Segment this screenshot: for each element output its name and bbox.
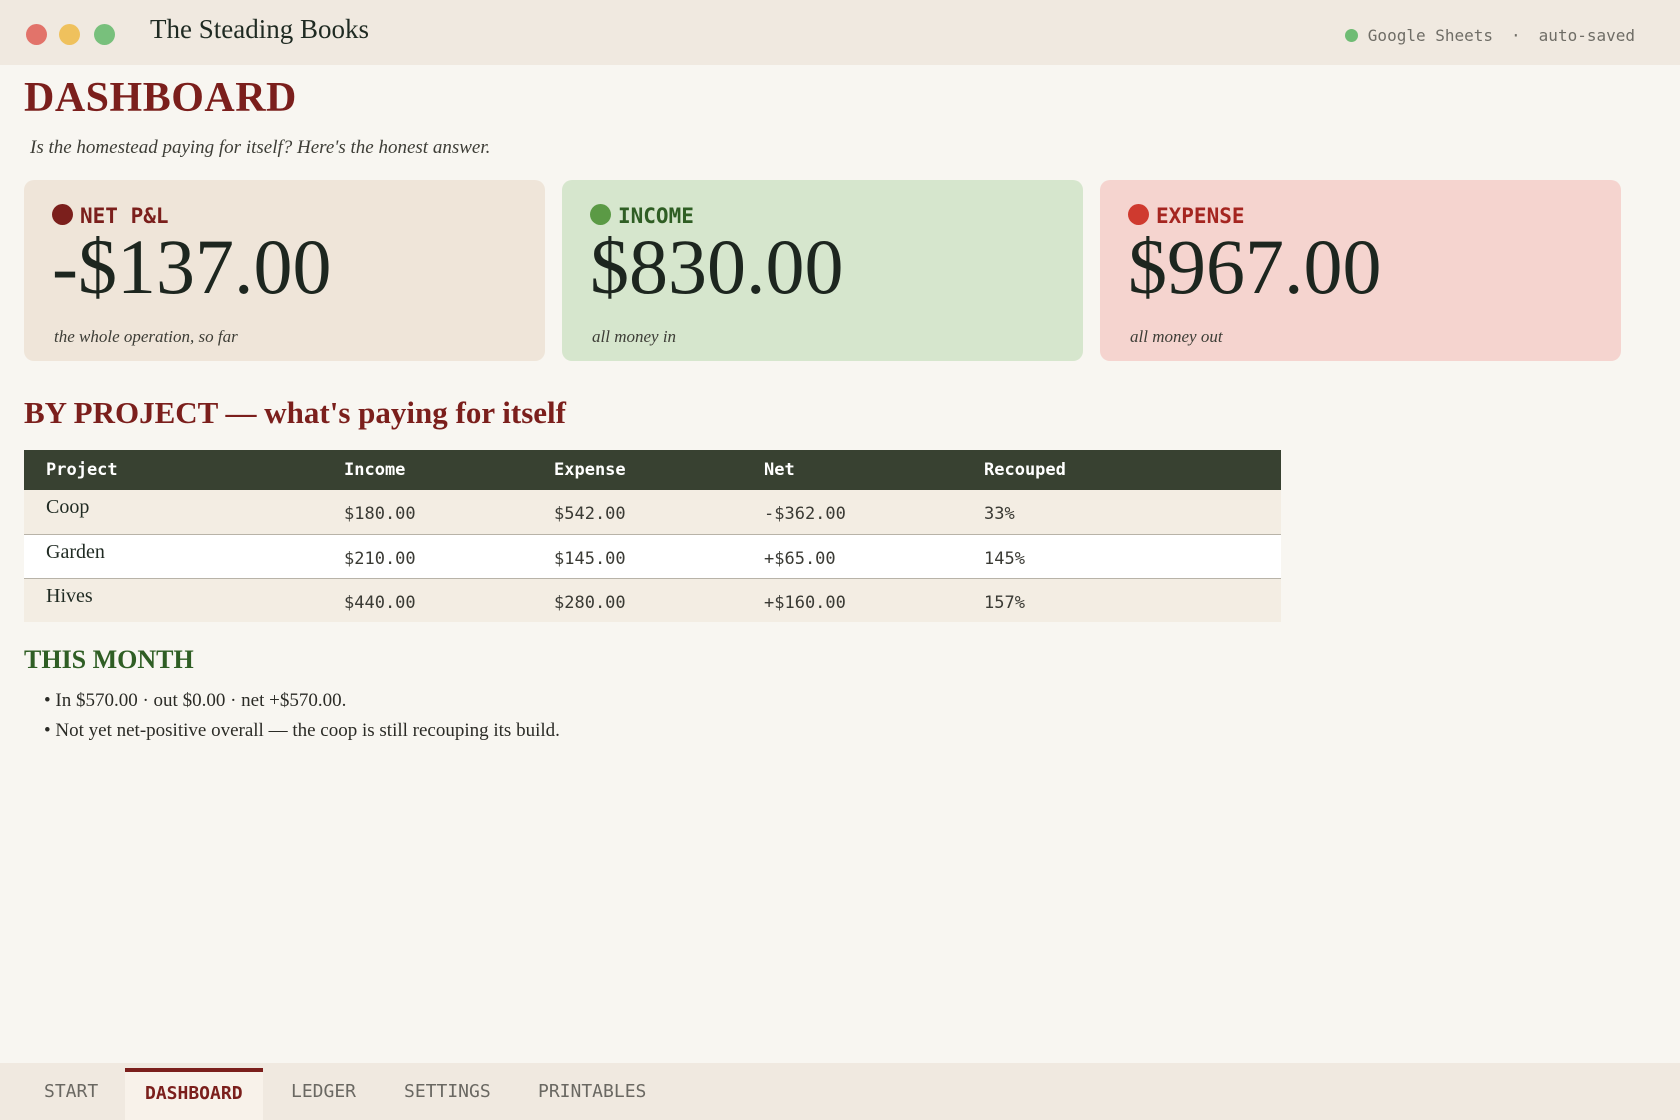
expense-value: $967.00	[1128, 223, 1382, 310]
column-header-net[interactable]: Net	[742, 450, 962, 490]
list-item: In $570.00 · out $0.00 · net +$570.00.	[44, 690, 560, 720]
save-status: auto-saved	[1538, 26, 1635, 45]
list-item: Not yet net-positive overall — the coop …	[44, 720, 559, 750]
income-cell[interactable]: $440.00	[322, 578, 532, 622]
by-project-heading: BY PROJECT — what's paying for itself	[24, 395, 566, 430]
table-row: Coop $180.00 $542.00 -$362.00 33%	[24, 490, 1281, 535]
project-name[interactable]: Hives	[24, 578, 322, 622]
sync-service: Google Sheets	[1367, 26, 1494, 45]
close-window-button[interactable]	[26, 24, 47, 45]
this-month-list: In $570.00 · out $0.00 · net +$570.00. N…	[44, 690, 560, 750]
this-month-heading: THIS MONTH	[24, 645, 194, 674]
expense-cell[interactable]: $542.00	[532, 490, 742, 535]
table-header-row: Project Income Expense Net Recouped	[24, 450, 1281, 490]
table-row: Hives $440.00 $280.00 +$160.00 157%	[24, 578, 1281, 622]
column-header-recouped[interactable]: Recouped	[962, 450, 1281, 490]
tab-dashboard[interactable]: DASHBOARD	[125, 1068, 263, 1120]
recouped-cell[interactable]: 33%	[962, 490, 1281, 535]
expense-cell[interactable]: $145.00	[532, 534, 742, 579]
income-card: INCOME $830.00 all money in	[562, 180, 1083, 361]
page-subtitle: Is the homestead paying for itself? Here…	[30, 137, 491, 158]
title-bar: The Steading Books Google Sheets · auto-…	[0, 0, 1680, 65]
recouped-cell[interactable]: 145%	[962, 534, 1281, 579]
sync-status: Google Sheets · auto-saved	[1344, 26, 1635, 45]
tab-settings[interactable]: SETTINGS	[384, 1068, 511, 1120]
income-cell[interactable]: $180.00	[322, 490, 532, 535]
expense-card: EXPENSE $967.00 all money out	[1100, 180, 1621, 361]
column-header-expense[interactable]: Expense	[532, 450, 742, 490]
expense-cell[interactable]: $280.00	[532, 578, 742, 622]
by-project-table: Project Income Expense Net Recouped Coop…	[24, 450, 1281, 622]
maximize-window-button[interactable]	[94, 24, 115, 45]
income-cell[interactable]: $210.00	[322, 534, 532, 579]
tab-ledger[interactable]: LEDGER	[271, 1068, 376, 1120]
column-header-project[interactable]: Project	[24, 450, 322, 490]
net-pl-card: NET P&L -$137.00 the whole operation, so…	[24, 180, 545, 361]
net-pl-value: -$137.00	[52, 223, 332, 310]
tab-printables[interactable]: PRINTABLES	[518, 1068, 666, 1120]
net-cell[interactable]: -$362.00	[742, 490, 962, 535]
project-name[interactable]: Coop	[24, 490, 322, 535]
sync-separator: ·	[1511, 26, 1521, 45]
app-title: The Steading Books	[150, 14, 369, 44]
recouped-cell[interactable]: 157%	[962, 578, 1281, 622]
income-value: $830.00	[590, 223, 844, 310]
net-cell[interactable]: +$65.00	[742, 534, 962, 579]
sync-status-dot-icon	[1344, 29, 1358, 42]
income-note: all money in	[592, 327, 677, 346]
net-pl-note: the whole operation, so far	[54, 327, 238, 346]
minimize-window-button[interactable]	[59, 24, 80, 45]
page-title: DASHBOARD	[24, 75, 297, 121]
tab-start[interactable]: START	[24, 1068, 118, 1120]
project-name[interactable]: Garden	[24, 534, 322, 579]
column-header-income[interactable]: Income	[322, 450, 532, 490]
table-row: Garden $210.00 $145.00 +$65.00 145%	[24, 534, 1281, 579]
net-cell[interactable]: +$160.00	[742, 578, 962, 622]
expense-note: all money out	[1130, 327, 1223, 346]
sheet-tab-bar: START DASHBOARD LEDGER SETTINGS PRINTABL…	[0, 1063, 1680, 1120]
